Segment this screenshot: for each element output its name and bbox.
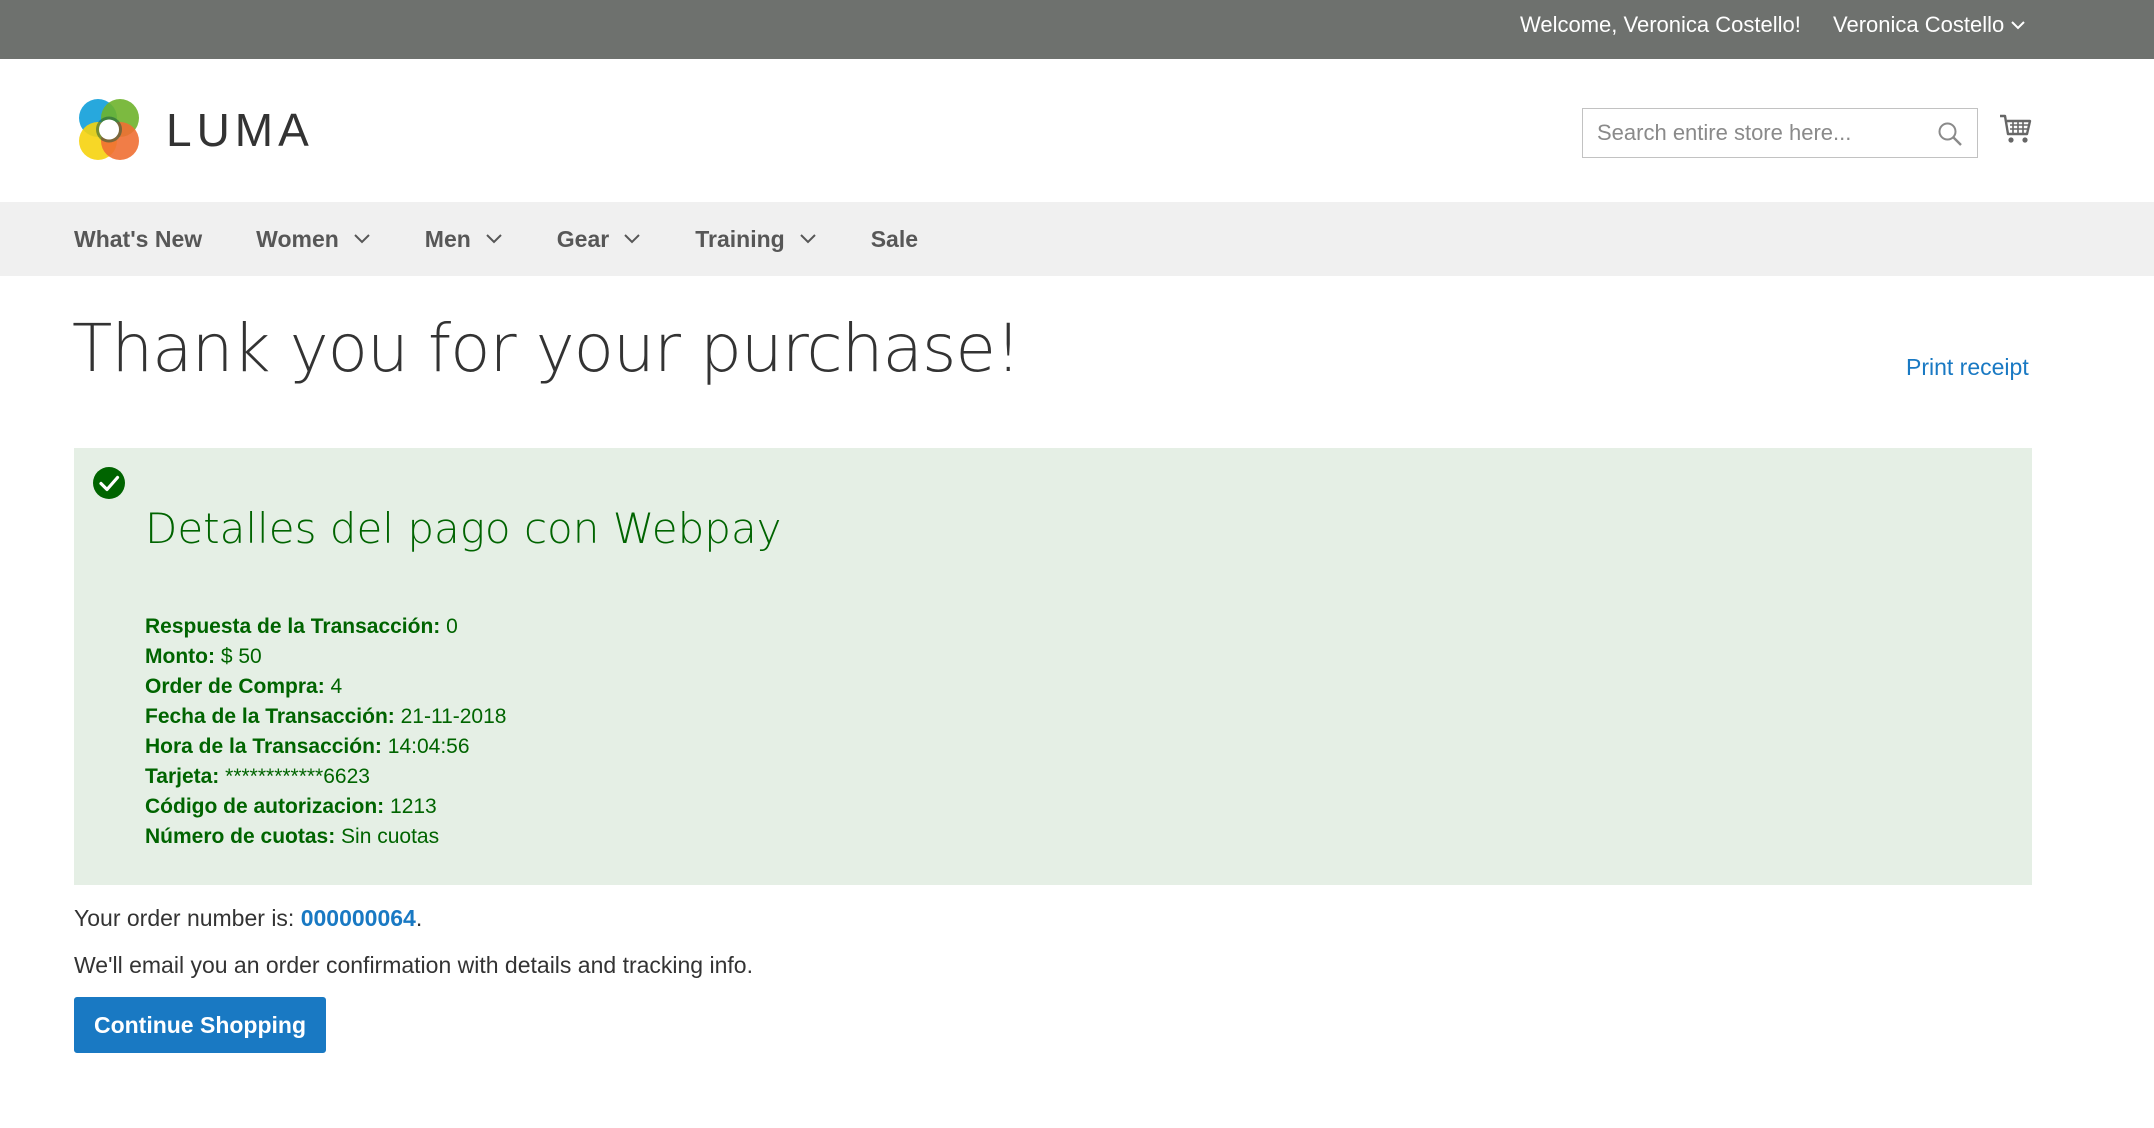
order-number-prefix: Your order number is: <box>74 905 301 931</box>
detail-value: Sin cuotas <box>341 825 440 848</box>
shopping-cart-icon[interactable] <box>1998 111 2034 147</box>
detail-row-cuotas: Número de cuotas: Sin cuotas <box>145 822 506 852</box>
logo-text: LUMA <box>166 104 314 156</box>
nav-item-label: Training <box>695 225 785 252</box>
chevron-down-icon <box>799 234 816 244</box>
detail-row-codigo: Código de autorizacion: 1213 <box>145 792 506 822</box>
detail-row-hora: Hora de la Transacción: 14:04:56 <box>145 732 506 762</box>
chevron-down-icon <box>486 234 502 244</box>
detail-label: Tarjeta: <box>145 765 220 788</box>
success-check-icon <box>93 467 125 499</box>
top-bar: Welcome, Veronica Costello! Veronica Cos… <box>0 0 2154 59</box>
account-menu[interactable]: Veronica Costello <box>1833 12 2026 38</box>
payment-details-panel: Detalles del pago con Webpay Respuesta d… <box>74 448 2032 885</box>
nav-item-label: Sale <box>870 225 919 252</box>
nav-item-men[interactable]: Men <box>425 226 503 253</box>
nav-item-label: What's New <box>74 225 203 252</box>
print-receipt-link[interactable]: Print receipt <box>1906 354 2029 381</box>
chevron-down-icon <box>2011 21 2025 30</box>
detail-label: Order de Compra: <box>145 675 325 698</box>
main-navigation: What's New Women Men Gear Training Sale <box>0 202 2154 276</box>
detail-row-fecha: Fecha de la Transacción: 21-11-2018 <box>145 702 506 732</box>
search-icon[interactable] <box>1937 121 1963 147</box>
nav-item-training[interactable]: Training <box>695 226 816 253</box>
nav-item-label: Gear <box>556 225 610 252</box>
detail-label: Fecha de la Transacción: <box>145 705 395 728</box>
nav-item-women[interactable]: Women <box>256 226 371 253</box>
detail-value: 21-11-2018 <box>400 705 507 728</box>
page-header: LUMA <box>0 59 2154 202</box>
logo-icon <box>79 99 139 160</box>
detail-label: Respuesta de la Transacción: <box>145 615 441 638</box>
detail-value: 4 <box>330 675 343 698</box>
detail-value: 14:04:56 <box>387 735 470 758</box>
detail-row-tarjeta: Tarjeta: ************6623 <box>145 762 506 792</box>
welcome-message: Welcome, Veronica Costello! <box>1520 12 1801 37</box>
search-box <box>1582 108 1978 158</box>
payment-details-list: Respuesta de la Transacción: 0 Monto: $ … <box>145 612 506 852</box>
detail-value: ************6623 <box>225 765 370 788</box>
email-confirmation-note: We'll email you an order confirmation wi… <box>74 952 753 978</box>
nav-item-label: Women <box>256 225 339 252</box>
continue-shopping-button[interactable]: Continue Shopping <box>74 997 326 1053</box>
chevron-down-icon <box>624 234 640 244</box>
payment-details-title: Detalles del pago con Webpay <box>145 504 782 553</box>
detail-label: Hora de la Transacción: <box>145 735 382 758</box>
detail-row-orden: Order de Compra: 4 <box>145 672 506 702</box>
detail-value: 0 <box>446 615 458 638</box>
nav-item-gear[interactable]: Gear <box>557 226 641 253</box>
detail-row-monto: Monto: $ 50 <box>145 642 506 672</box>
nav-item-label: Men <box>424 225 471 252</box>
chevron-down-icon <box>354 234 370 244</box>
detail-row-respuesta: Respuesta de la Transacción: 0 <box>145 612 506 642</box>
detail-label: Monto: <box>145 645 215 668</box>
detail-label: Número de cuotas: <box>145 825 336 848</box>
nav-item-whats-new[interactable]: What's New <box>74 226 202 253</box>
order-number-line: Your order number is: 000000064. <box>74 905 422 932</box>
search-input[interactable] <box>1583 109 1923 156</box>
detail-value: $ 50 <box>220 645 262 668</box>
account-name: Veronica Costello <box>1833 12 2005 37</box>
order-number-link[interactable]: 000000064 <box>301 905 416 931</box>
page-title: Thank you for your purchase! <box>72 310 1021 387</box>
luma-logo[interactable]: LUMA <box>74 95 314 165</box>
detail-label: Código de autorizacion: <box>145 795 385 818</box>
order-number-suffix: . <box>415 905 423 931</box>
detail-value: 1213 <box>390 795 437 818</box>
nav-item-sale[interactable]: Sale <box>871 226 918 253</box>
